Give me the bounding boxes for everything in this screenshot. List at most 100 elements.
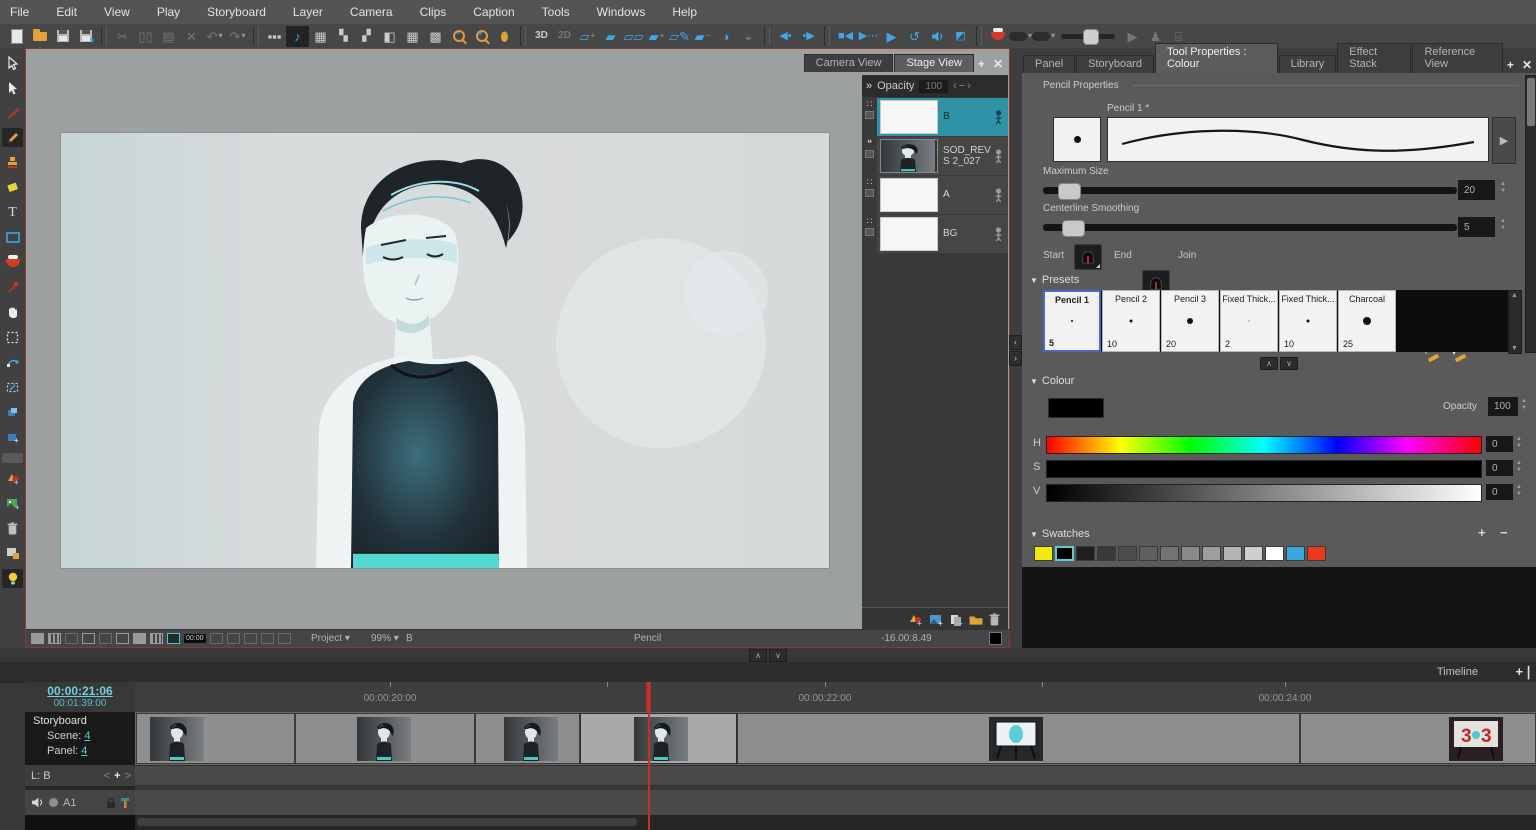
swatch[interactable] [1160,546,1179,561]
record-icon[interactable] [49,798,58,807]
paint-tool[interactable] [2,253,23,272]
layer-row[interactable]: ∷ A [862,176,1008,214]
camera-overlay-icon[interactable] [278,633,291,644]
reset-view-icon[interactable]: ⬮ [493,26,516,47]
panel-pair-icon[interactable]: ▚ [332,26,355,47]
menu-file[interactable]: File [10,5,29,19]
add-bitmap-layer-icon[interactable]: + [929,613,943,626]
curve-overlay-icon[interactable] [261,633,274,644]
spreadsheet-icon[interactable]: ▦ [401,26,424,47]
colour-preview-icon[interactable] [986,26,1009,47]
layer-transform-tool[interactable] [2,403,23,422]
value-slider[interactable] [1046,484,1482,502]
colour-header[interactable]: ▼ Colour [1030,375,1074,387]
safe-area-icon[interactable] [99,633,112,644]
collapse-left-icon[interactable]: ‹ [1009,335,1022,350]
brush-preset-dropdown[interactable]: ▾ [1009,26,1032,47]
copy-icon[interactable]: ▯▯ [134,26,157,47]
presets-scrollbar[interactable]: ▲ ▼ [1508,290,1522,354]
new-file-icon[interactable] [5,26,28,47]
duplicate-layer-icon[interactable]: + [949,613,963,626]
layer-thumbnail[interactable] [880,139,938,173]
timeline-panel-clip[interactable] [136,713,295,764]
volume-slider[interactable] [1055,26,1121,47]
drawing-canvas[interactable] [60,132,830,569]
zoom-out-icon[interactable]: − [447,26,470,47]
collapse-colour-icon[interactable]: ▼ [1030,377,1038,386]
layer-thumbnail[interactable] [880,217,938,251]
saturation-value-field[interactable]: 0 [1486,460,1513,476]
remove-swatch-icon[interactable]: − [1500,525,1508,540]
perspective-tool[interactable] [2,378,23,397]
cut-icon[interactable]: ✂ [111,26,134,47]
menu-help[interactable]: Help [672,5,697,19]
add-layer-icon[interactable]: + [114,770,120,782]
splitter-down-icon[interactable]: ∨ [769,649,787,662]
value-value-field[interactable]: 0 [1486,484,1513,500]
layer-thumbnail[interactable] [880,100,938,134]
swatches-header[interactable]: ▼ Swatches [1030,528,1090,540]
border-box-icon[interactable] [210,633,223,644]
eraser-tool[interactable] [2,178,23,197]
layer-drag-handle[interactable]: ∷ [862,215,877,253]
smoothing-slider-handle[interactable] [1062,220,1085,237]
next-brush-button[interactable]: ▶ [1492,117,1516,164]
swatch[interactable] [1097,546,1116,561]
loop-icon[interactable]: ↺ [903,26,926,47]
save-all-icon[interactable]: + [74,26,97,47]
presets-header[interactable]: ▼ Presets [1030,274,1079,286]
next-layer-icon[interactable]: > [125,770,131,782]
menu-camera[interactable]: Camera [350,5,393,19]
new-panel-view-icon[interactable]: ◧ [378,26,401,47]
smoothing-value-field[interactable]: 5 [1458,217,1495,237]
text-tool[interactable]: T [2,203,23,222]
add-swatch-icon[interactable]: + [1478,525,1486,540]
timeline-header-icons[interactable]: +❘ [1516,664,1534,680]
paste-icon[interactable]: ▤ [157,26,180,47]
dropper-tool[interactable] [2,278,23,297]
next-panel-icon[interactable]: •▶ [797,26,820,47]
value-spinner[interactable]: ▲▼ [1516,484,1522,497]
filled-box-icon[interactable] [133,633,146,644]
tab-library[interactable]: Library [1279,55,1337,73]
expand-panel-icon[interactable]: » [866,80,872,92]
tab-camera-view[interactable]: Camera View [804,54,894,72]
scene-number[interactable]: 4 [84,730,90,742]
preset-pencil-1[interactable]: Pencil 1 5 [1043,290,1101,352]
timecode-overlay-badge[interactable]: 00:00 [184,634,206,643]
prev-layer-icon[interactable]: < [104,770,110,782]
sound-toggle-icon[interactable] [926,26,949,47]
swatch[interactable] [1076,546,1095,561]
create-layer-on-all-panels-tool[interactable]: + [2,428,23,447]
project-scope-dropdown[interactable]: Project ▾ [311,633,350,644]
audio-track-header[interactable]: A1 [25,790,135,815]
size-preset-dropdown[interactable]: ▾ [1032,26,1055,47]
play-icon[interactable]: ▶ [880,26,903,47]
delete-icon[interactable]: ✕ [180,26,203,47]
undo-icon[interactable]: ↶▾ [203,26,226,47]
menu-clips[interactable]: Clips [420,5,447,19]
sound-scrub-icon[interactable]: ◩ [949,26,972,47]
tab-storyboard[interactable]: Storyboard [1076,55,1154,73]
max-size-slider[interactable] [1043,187,1457,194]
thumbnails-grid-icon[interactable]: ▦ [309,26,332,47]
timeline-horizontal-scrollbar[interactable] [137,818,637,826]
preset-pencil-3[interactable]: Pencil 3 20 [1161,290,1219,352]
timeline-panel-clip[interactable] [295,713,475,764]
add-vector-layer-icon[interactable]: + [909,613,923,626]
brush-tool[interactable] [2,103,23,122]
max-size-spinner[interactable]: ▲▼ [1500,181,1506,194]
tab-reference-view[interactable]: Reference View [1412,43,1502,73]
2d-toggle-icon[interactable]: 2D [553,26,576,47]
cutter-tool[interactable] [2,78,23,97]
add-transition-icon[interactable]: ◑ [714,26,737,47]
layer-track-header[interactable]: L: B < + > [25,765,135,786]
swatch[interactable] [1034,546,1053,561]
add-view-button[interactable]: + [974,56,989,72]
smoothing-slider[interactable] [1043,224,1457,231]
previous-panel-icon[interactable]: ◀• [774,26,797,47]
layer-drag-handle[interactable]: ∷ [862,176,877,214]
close-view-button[interactable]: ✕ [989,56,1007,72]
hue-slider[interactable] [1046,436,1482,454]
menu-view[interactable]: View [104,5,130,19]
